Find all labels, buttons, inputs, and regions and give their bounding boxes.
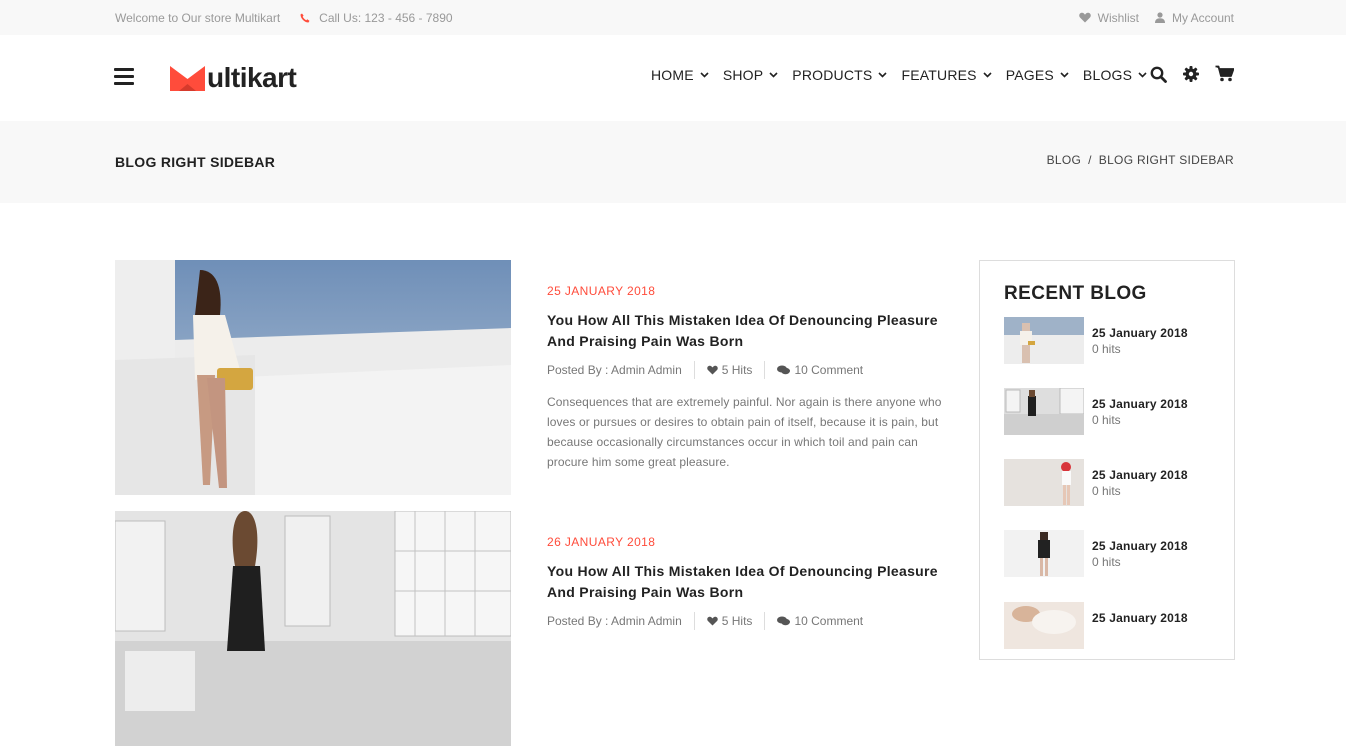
recent-blog-thumbnail — [1004, 602, 1084, 649]
meta-divider — [764, 612, 766, 630]
post-title[interactable]: You How All This Mistaken Idea Of Denoun… — [547, 310, 952, 352]
breadcrumb-blog[interactable]: BLOG — [1047, 153, 1082, 167]
breadcrumb: BLOG / BLOG RIGHT SIDEBAR — [1047, 153, 1234, 167]
meta-divider — [693, 361, 695, 379]
main-nav: HOME SHOP PRODUCTS FEATURES PAGES BLOGS — [651, 65, 1161, 85]
chevron-down-icon — [769, 72, 778, 78]
top-bar: Welcome to Our store Multikart Call Us: … — [0, 0, 1346, 35]
nav-label: PRODUCTS — [792, 67, 873, 83]
nav-home[interactable]: HOME — [651, 65, 709, 85]
phone-contact: Call Us: 123 - 456 - 7890 — [300, 10, 453, 25]
nav-label: HOME — [651, 67, 694, 83]
user-icon — [1154, 12, 1165, 23]
nav-pages[interactable]: PAGES — [1006, 65, 1069, 85]
comments-icon — [777, 365, 791, 375]
recent-blog-date: 25 January 2018 — [1092, 539, 1188, 553]
my-account-label: My Account — [1171, 10, 1234, 25]
recent-blog-item[interactable]: 25 January 2018 0 hits — [1004, 317, 1224, 364]
my-account-link[interactable]: My Account — [1154, 10, 1234, 25]
chevron-down-icon — [700, 72, 709, 78]
comments-icon — [777, 616, 791, 626]
phone-icon — [300, 13, 310, 22]
post-comments[interactable]: 10 Comment — [777, 363, 863, 377]
recent-blog-sidebar: RECENT BLOG 25 January 2018 0 hits 25 Ja… — [979, 260, 1235, 660]
post-title[interactable]: You How All This Mistaken Idea Of Denoun… — [547, 561, 952, 603]
recent-blog-date: 25 January 2018 — [1092, 397, 1188, 411]
recent-blog-item[interactable]: 25 January 2018 0 hits — [1004, 388, 1224, 435]
blog-post-image[interactable] — [115, 511, 511, 746]
blog-post-image[interactable] — [115, 260, 511, 495]
chevron-down-icon — [1138, 72, 1147, 78]
nav-label: FEATURES — [901, 67, 977, 83]
post-comments[interactable]: 10 Comment — [777, 614, 863, 628]
recent-blog-thumbnail — [1004, 317, 1084, 364]
post-excerpt: Consequences that are extremely painful.… — [547, 395, 942, 469]
nav-products[interactable]: PRODUCTS — [792, 65, 888, 85]
hamburger-menu-icon[interactable] — [114, 68, 134, 86]
nav-features[interactable]: FEATURES — [901, 65, 992, 85]
post-author: Posted By : Admin Admin — [547, 363, 682, 377]
wishlist-label: Wishlist — [1097, 10, 1139, 25]
recent-blog-date: 25 January 2018 — [1092, 611, 1188, 625]
breadcrumb-current: BLOG RIGHT SIDEBAR — [1098, 153, 1234, 167]
recent-blog-date: 25 January 2018 — [1092, 326, 1188, 340]
search-icon[interactable] — [1150, 66, 1167, 83]
recent-blog-item[interactable]: 25 January 2018 0 hits — [1004, 530, 1224, 577]
chevron-down-icon — [1060, 72, 1069, 78]
meta-divider — [764, 361, 766, 379]
nav-label: BLOGS — [1082, 67, 1133, 83]
recent-blog-hits: 0 hits — [1092, 342, 1121, 356]
nav-label: PAGES — [1005, 67, 1054, 83]
recent-blog-hits: 0 hits — [1092, 413, 1121, 427]
recent-blog-date: 25 January 2018 — [1092, 468, 1188, 482]
post-hits: 5 Hits — [707, 363, 753, 377]
chevron-down-icon — [983, 72, 992, 78]
post-hits-label: 5 Hits — [721, 363, 753, 377]
chevron-down-icon — [878, 72, 888, 78]
recent-blog-item[interactable]: 25 January 2018 0 hits — [1004, 459, 1224, 506]
post-hits: 5 Hits — [707, 614, 753, 628]
meta-divider — [693, 612, 695, 630]
breadcrumb-separator: / — [1088, 153, 1092, 167]
nav-blogs[interactable]: BLOGS — [1083, 65, 1147, 85]
recent-blog-hits: 0 hits — [1092, 555, 1121, 569]
heart-icon — [707, 365, 718, 375]
post-date: 25 JANUARY 2018 — [547, 284, 656, 298]
logo-text: ultikart — [207, 62, 297, 93]
main-header: ultikart HOME SHOP PRODUCTS FEATURES PAG… — [0, 35, 1346, 121]
logo[interactable]: ultikart — [170, 62, 297, 94]
phone-number: Call Us: 123 - 456 - 7890 — [319, 10, 453, 25]
logo-m-icon — [170, 66, 205, 91]
wishlist-link[interactable]: Wishlist — [1078, 10, 1139, 25]
post-comments-label: 10 Comment — [794, 614, 864, 628]
recent-blog-thumbnail — [1004, 530, 1084, 577]
recent-blog-thumbnail — [1004, 388, 1084, 435]
fashion-photo-image — [115, 511, 511, 746]
recent-blog-item[interactable]: 25 January 2018 — [1004, 602, 1224, 649]
heart-icon — [707, 616, 718, 626]
nav-label: SHOP — [722, 67, 764, 83]
breadcrumb-section: BLOG RIGHT SIDEBAR BLOG / BLOG RIGHT SID… — [0, 121, 1346, 203]
heart-icon — [1078, 12, 1091, 23]
post-date: 26 JANUARY 2018 — [547, 535, 656, 549]
fashion-photo-image — [115, 260, 511, 495]
page-title: BLOG RIGHT SIDEBAR — [115, 154, 276, 170]
recent-blog-hits: 0 hits — [1092, 484, 1121, 498]
post-comments-label: 10 Comment — [794, 363, 864, 377]
cart-icon[interactable] — [1215, 65, 1234, 82]
welcome-text: Welcome to Our store Multikart — [115, 10, 281, 25]
post-meta: Posted By : Admin Admin 5 Hits 10 Commen… — [547, 361, 952, 379]
gear-icon[interactable] — [1183, 66, 1199, 82]
nav-shop[interactable]: SHOP — [723, 65, 778, 85]
post-meta: Posted By : Admin Admin 5 Hits 10 Commen… — [547, 612, 952, 630]
recent-blog-thumbnail — [1004, 459, 1084, 506]
sidebar-title: RECENT BLOG — [1004, 283, 1147, 304]
post-author: Posted By : Admin Admin — [547, 614, 682, 628]
post-hits-label: 5 Hits — [721, 614, 753, 628]
